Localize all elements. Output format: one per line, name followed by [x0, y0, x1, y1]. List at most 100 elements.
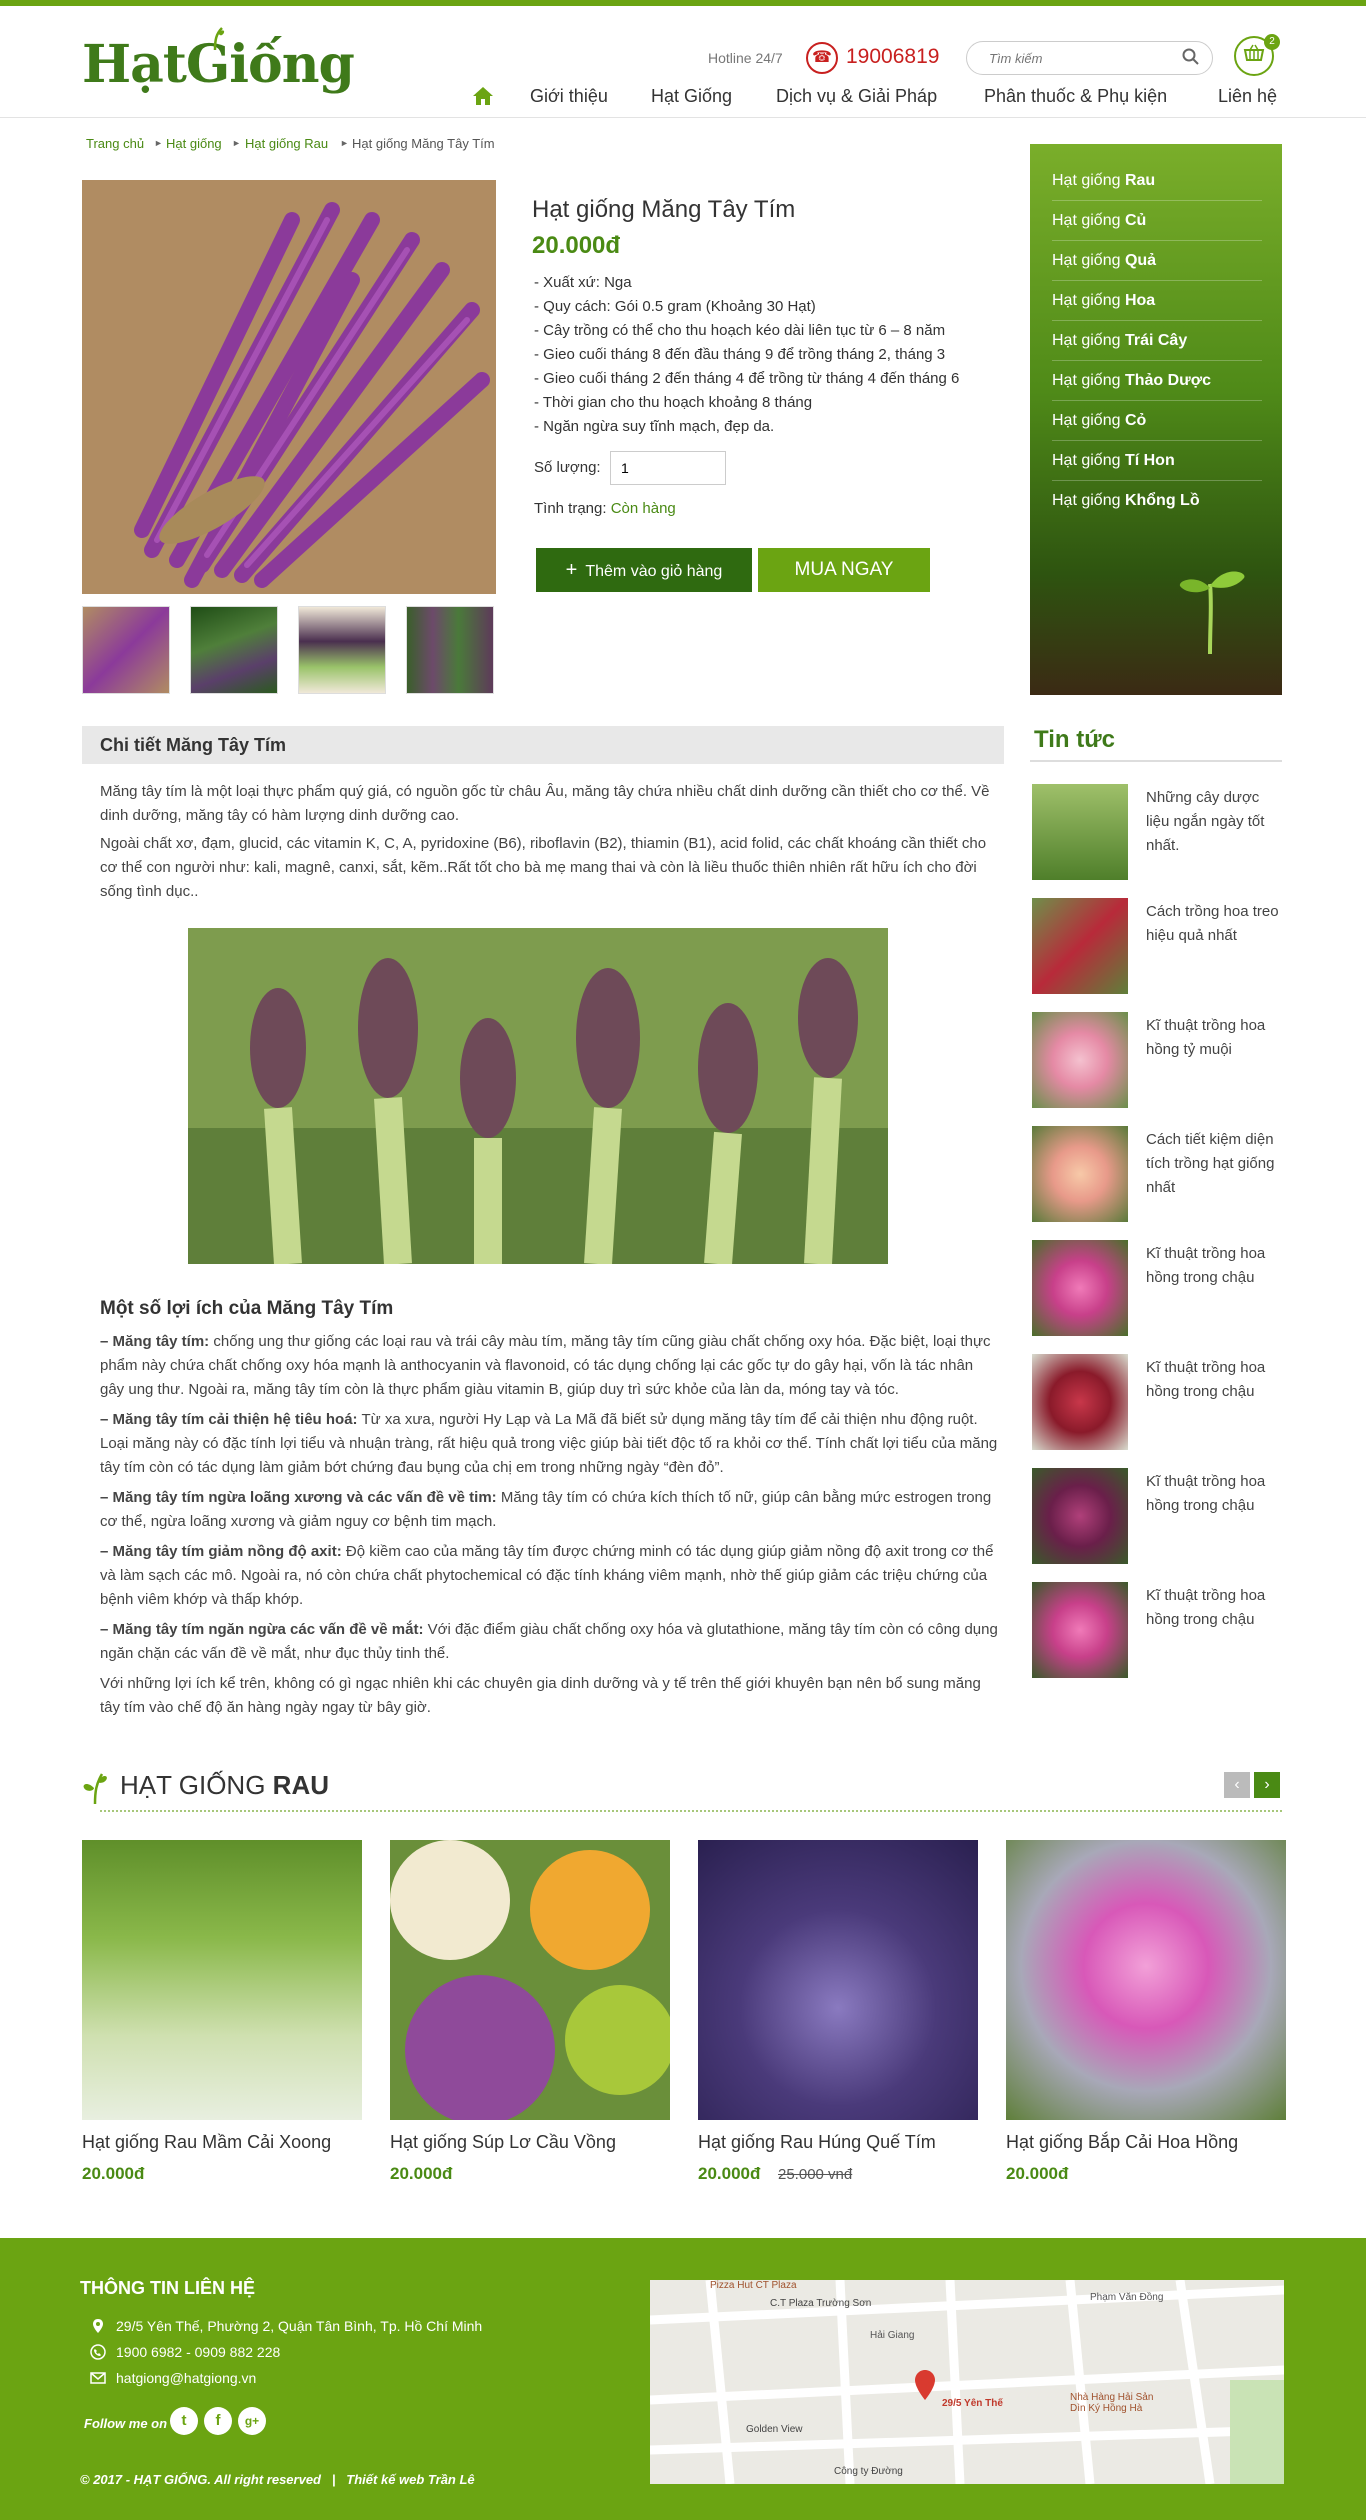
twitter-icon[interactable]: t — [170, 2407, 198, 2435]
site-logo[interactable]: HạtGiống — [82, 27, 355, 95]
stock-value: Còn hàng — [610, 500, 676, 517]
news-thumbnail[interactable] — [1032, 898, 1128, 994]
phone-icon: ☎ — [806, 42, 838, 74]
product-card-name[interactable]: Hạt giống Rau Húng Quế Tím — [698, 2132, 936, 2153]
breadcrumb-separator-icon: ► — [232, 138, 241, 148]
search-input[interactable] — [966, 41, 1213, 75]
plus-icon: + — [565, 559, 578, 581]
add-to-cart-button[interactable]: + Thêm vào giỏ hàng — [536, 548, 752, 592]
benefits-title: Một số lợi ích của Măng Tây Tím — [100, 1298, 394, 1319]
map-label: Công ty Đường — [834, 2466, 903, 2477]
footer-phone[interactable]: 1900 6982 - 0909 882 228 — [116, 2344, 280, 2360]
news-item-title[interactable]: Cách trồng hoa treo hiệu quả nhất — [1146, 900, 1282, 948]
news-item-title[interactable]: Kĩ thuật trồng hoa hồng trong chậu — [1146, 1584, 1282, 1632]
product-main-image[interactable] — [82, 180, 496, 594]
category-item-hoa[interactable]: Hạt giống Hoa — [1052, 292, 1155, 310]
product-card-name[interactable]: Hạt giống Súp Lơ Cầu Vồng — [390, 2132, 616, 2153]
spec-line: - Cây trồng có thể cho thu hoạch kéo dài… — [534, 322, 946, 339]
category-item-co[interactable]: Hạt giống Cỏ — [1052, 412, 1146, 430]
product-card-image[interactable] — [82, 1840, 362, 2120]
leaf-icon — [83, 1773, 107, 1804]
product-card-name[interactable]: Hạt giống Bắp Cải Hoa Hồng — [1006, 2132, 1238, 2153]
breadcrumb-home[interactable]: Trang chủ — [86, 136, 144, 151]
detail-image — [188, 928, 888, 1264]
news-item-title[interactable]: Kĩ thuật trồng hoa hồng trong chậu — [1146, 1356, 1282, 1404]
buy-now-button[interactable]: MUA NGAY — [758, 548, 930, 592]
divider — [1030, 760, 1282, 762]
facebook-icon[interactable]: f — [204, 2407, 232, 2435]
map-label: Golden View — [746, 2424, 803, 2435]
news-thumbnail[interactable] — [1032, 1354, 1128, 1450]
nav-item-dich-vu[interactable]: Dịch vụ & Giải Pháp — [776, 86, 937, 107]
category-item-qua[interactable]: Hạt giống Quả — [1052, 252, 1156, 270]
news-item-title[interactable]: Kĩ thuật trồng hoa hồng trong chậu — [1146, 1470, 1282, 1518]
related-section-title: HẠT GIỐNG RAU — [120, 1770, 330, 1800]
search-icon[interactable] — [1181, 47, 1201, 67]
product-price: 20.000đ — [532, 232, 621, 259]
footer-address: 29/5 Yên Thế, Phường 2, Quận Tân Bình, T… — [116, 2318, 483, 2334]
footer-email[interactable]: hatgiong@hatgiong.vn — [116, 2370, 256, 2386]
product-card-price: 20.000đ — [1006, 2164, 1069, 2183]
news-thumbnail[interactable] — [1032, 1240, 1128, 1336]
detail-heading: Chi tiết Măng Tây Tím — [82, 726, 1004, 764]
product-card-image[interactable] — [1006, 1840, 1286, 2120]
news-item-title[interactable]: Những cây dược liệu ngắn ngày tốt nhất. — [1146, 786, 1282, 858]
spec-line: - Gieo cuối tháng 2 đến tháng 4 để trồng… — [534, 370, 960, 387]
divider — [1052, 440, 1262, 441]
category-item-cu[interactable]: Hạt giống Củ — [1052, 212, 1146, 230]
spec-line: - Gieo cuối tháng 8 đến đầu tháng 9 để t… — [534, 346, 946, 363]
product-card-name[interactable]: Hạt giống Rau Mầm Cải Xoong — [82, 2132, 331, 2153]
product-card-price: 20.000đ — [698, 2164, 761, 2183]
hotline-number[interactable]: 19006819 — [846, 45, 939, 69]
breadcrumb-hat-giong-rau[interactable]: Hạt giống Rau — [245, 136, 328, 151]
home-icon[interactable] — [472, 86, 494, 106]
news-item-title[interactable]: Kĩ thuật trồng hoa hồng tỷ muội — [1146, 1014, 1282, 1062]
category-item-rau[interactable]: Hạt giống Rau — [1052, 172, 1155, 190]
chevron-right-icon[interactable]: › — [1254, 1772, 1280, 1798]
chevron-left-icon[interactable]: ‹ — [1224, 1772, 1250, 1798]
breadcrumb-separator-icon: ► — [340, 138, 349, 148]
email-icon — [90, 2372, 106, 2384]
thumbnail-2[interactable] — [190, 606, 278, 694]
category-item-khong-lo[interactable]: Hạt giống Khổng Lồ — [1052, 492, 1200, 510]
divider — [1052, 240, 1262, 241]
thumbnail-1[interactable] — [82, 606, 170, 694]
spec-line: - Quy cách: Gói 0.5 gram (Khoảng 30 Hạt) — [534, 298, 816, 315]
category-item-ti-hon[interactable]: Hạt giống Tí Hon — [1052, 452, 1175, 470]
category-item-thao-duoc[interactable]: Hạt giống Thảo Dược — [1052, 372, 1211, 390]
benefit-paragraph: – Măng tây tím giảm nồng độ axit: Độ kiề… — [100, 1543, 994, 1608]
nav-item-phan-thuoc[interactable]: Phân thuốc & Phụ kiện — [984, 86, 1167, 107]
news-thumbnail[interactable] — [1032, 1582, 1128, 1678]
cart-count-badge: 2 — [1264, 34, 1280, 50]
news-thumbnail[interactable] — [1032, 1012, 1128, 1108]
category-item-trai-cay[interactable]: Hạt giống Trái Cây — [1052, 332, 1187, 350]
news-item-title[interactable]: Cách tiết kiệm diện tích trồng hạt giống… — [1146, 1128, 1282, 1200]
divider — [1052, 320, 1262, 321]
map-label: Pizza Hut CT Plaza — [710, 2280, 797, 2291]
thumbnail-4[interactable] — [406, 606, 494, 694]
spec-line: - Ngăn ngừa suy tĩnh mạch, đẹp da. — [534, 418, 775, 435]
nav-item-gioi-thieu[interactable]: Giới thiệu — [530, 86, 608, 107]
breadcrumb-hat-giong[interactable]: Hạt giống — [166, 136, 222, 151]
product-card-price: 20.000đ — [390, 2164, 453, 2183]
map-label: C.T Plaza Trường Sơn — [770, 2298, 872, 2309]
product-card-image[interactable] — [698, 1840, 978, 2120]
google-plus-icon[interactable]: g+ — [238, 2407, 266, 2435]
map-label: Phạm Văn Đồng — [1090, 2292, 1164, 2303]
spec-line: - Thời gian cho thu hoạch khoảng 8 tháng — [534, 394, 813, 411]
divider — [1052, 360, 1262, 361]
news-thumbnail[interactable] — [1032, 1126, 1128, 1222]
thumbnail-3[interactable] — [298, 606, 386, 694]
nav-item-lien-he[interactable]: Liên hệ — [1218, 86, 1277, 107]
location-map[interactable]: Pizza Hut CT Plaza C.T Plaza Trường Sơn … — [650, 2280, 1284, 2484]
news-thumbnail[interactable] — [1032, 1468, 1128, 1564]
news-item-title[interactable]: Kĩ thuật trồng hoa hồng trong chậu — [1146, 1242, 1282, 1290]
benefit-paragraph: – Măng tây tím ngừa loãng xương và các v… — [100, 1489, 992, 1530]
divider — [1052, 280, 1262, 281]
breadcrumb-current: Hạt giống Măng Tây Tím — [352, 136, 495, 151]
product-card-image[interactable] — [390, 1840, 670, 2120]
news-thumbnail[interactable] — [1032, 784, 1128, 880]
nav-item-hat-giong[interactable]: Hạt Giống — [651, 86, 732, 107]
site-header: HạtGiống Hotline 24/7 ☎ 19006819 2 Giới … — [0, 6, 1366, 118]
quantity-field[interactable] — [610, 451, 726, 485]
